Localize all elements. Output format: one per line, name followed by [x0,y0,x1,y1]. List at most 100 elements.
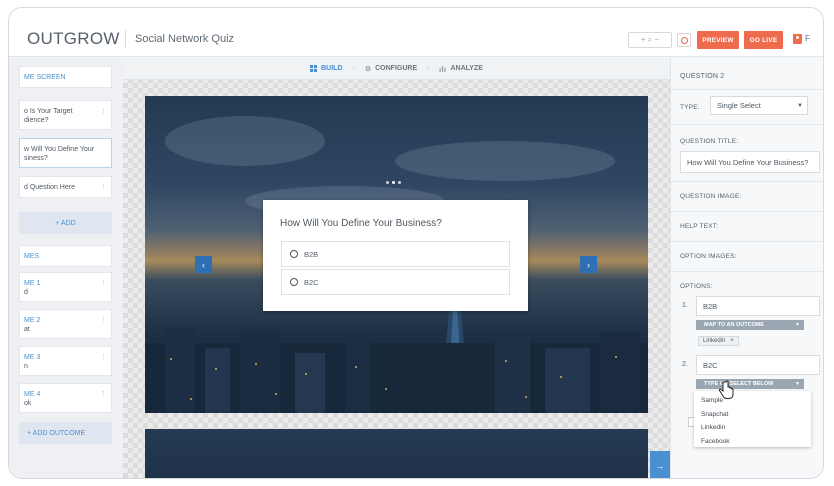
tab-analyze[interactable]: ANALYZE [439,65,483,72]
more-icon[interactable]: ⋮ [100,183,107,192]
more-icon[interactable]: ⋮ [100,390,107,399]
cloud-shape [395,141,615,181]
arrow-right-icon: → [655,460,665,471]
divider [671,89,823,90]
top-bar: OUTGROW Social Network Quiz + ⌕ − PREVIE… [9,8,823,57]
sidebar-item-welcome-screen[interactable]: ME SCREEN [19,66,112,88]
app-logo: OUTGROW [27,29,120,48]
select-value: Single Select [717,101,761,110]
caret-down-icon: ▼ [795,381,800,387]
outcome-tag: Linkedin × [698,336,739,346]
more-icon[interactable]: ⋮ [100,316,107,325]
zoom-controls-label[interactable]: + ⌕ − [641,35,659,45]
chevron-right-icon: › [427,65,430,72]
sidebar-item-label: d [24,289,28,296]
tab-build[interactable]: BUILD [310,65,343,72]
ring-icon [680,36,688,44]
sidebar-item-label: ME SCREEN [24,73,66,81]
option-b2b[interactable]: B2B [281,241,510,267]
preview-button[interactable]: PREVIEW [697,31,739,49]
add-outcome-button[interactable]: + ADD OUTCOME [19,422,112,444]
input-value: B2B [703,301,718,311]
divider [671,241,823,242]
question-type-select[interactable]: Single Select ▼ [710,96,808,115]
question-slide-background: ‹ › How Will You Define Your Business? B… [145,96,648,413]
cloud-shape [165,116,325,166]
divider [671,211,823,212]
outcome-dropdown: Sample Snapchat Linkedin Facebook [694,391,811,447]
left-sidebar: ME SCREEN o Is Your Target dience? ⋮ w W… [9,58,123,478]
sidebar-item-label: siness? [24,155,48,162]
option-number: 2. [682,361,688,368]
sidebar-item-outcome-4[interactable]: ME 4 ok ⋮ [19,383,112,413]
sidebar-item-label: ok [24,400,32,407]
dropdown-option-facebook[interactable]: Facebook [701,436,811,450]
input-value: B2C [703,360,718,370]
slide-dot[interactable] [386,181,389,184]
tag-label: Linkedin [703,338,726,344]
zoom-controls[interactable]: + ⌕ − [628,32,672,48]
option-2-input[interactable]: B2C [696,355,820,375]
option-label: B2C [304,277,319,287]
divider [671,271,823,272]
sidebar-item-label: ME 4 [24,391,41,398]
user-menu[interactable]: F [805,34,810,43]
hand-cursor-icon [718,380,734,399]
question-title-input[interactable]: How Will You Define Your Business? [680,151,820,173]
option-b2c[interactable]: B2C [281,269,510,295]
button-label: TYPE OR SELECT BELOW [704,381,774,387]
slide-dot[interactable] [398,181,401,184]
question-title[interactable]: How Will You Define Your Business? [280,218,442,229]
next-slide-button[interactable]: › [580,256,597,273]
type-label: TYPE: [680,104,700,111]
dropdown-option-linkedin[interactable]: Linkedin [701,422,811,436]
map-to-outcome-button[interactable]: MAP TO AN OUTCOME ▼ [696,320,804,330]
sidebar-item-label: o Is Your Target [24,108,73,115]
sidebar-item-outcome-3[interactable]: ME 3 n ⋮ [19,346,112,376]
sidebar-item-question-1[interactable]: o Is Your Target dience? ⋮ [19,100,112,130]
user-icon[interactable] [793,34,802,44]
sidebar-item-label: n [24,363,28,370]
help-text-label: HELP TEXT: [680,223,719,230]
sidebar-item-outcomes[interactable]: MES [19,245,112,267]
question-card: How Will You Define Your Business? B2B B… [263,200,528,311]
close-icon[interactable]: × [730,338,734,344]
button-label: MAP TO AN OUTCOME [704,322,765,328]
more-icon[interactable]: ⋮ [100,279,107,288]
sidebar-item-label: d Question Here [24,184,75,191]
slide-indicator [386,181,401,184]
outcome-search-select[interactable]: TYPE OR SELECT BELOW ▼ [696,379,804,389]
next-slide-preview [145,429,648,478]
dropdown-option-snapchat[interactable]: Snapchat [701,409,811,423]
forward-button[interactable]: → [650,451,670,478]
caret-down-icon: ▼ [797,103,803,109]
help-ring-button[interactable] [677,33,691,47]
divider [671,124,823,125]
add-question-button[interactable]: + ADD [19,212,112,234]
chevron-right-icon: › [587,259,590,270]
chevron-right-icon: › [352,65,355,72]
sidebar-item-question-3[interactable]: d Question Here ⋮ [19,176,112,198]
sidebar-item-label: at [24,326,30,333]
previous-slide-button[interactable]: ‹ [195,256,212,273]
go-live-button[interactable]: GO LIVE [744,31,783,49]
more-icon[interactable]: ⋮ [100,353,107,362]
tab-configure[interactable]: ⚙ CONFIGURE [365,65,417,73]
option-1-input[interactable]: B2B [696,296,820,316]
question-image-label: QUESTION IMAGE: [680,193,742,200]
builder-tabs: BUILD › ⚙ CONFIGURE › ANALYZE [123,58,670,80]
caret-down-icon: ▼ [795,322,800,328]
quiz-title[interactable]: Social Network Quiz [135,33,234,45]
app-window: OUTGROW Social Network Quiz + ⌕ − PREVIE… [8,7,824,479]
question-title-label: QUESTION TITLE: [680,138,739,145]
bar-chart-icon [439,66,447,72]
more-icon[interactable]: ⋮ [100,107,107,116]
sidebar-item-outcome-2[interactable]: ME 2 at ⋮ [19,309,112,339]
sidebar-item-label: dience? [24,117,49,124]
sidebar-item-question-2[interactable]: w Will You Define Your siness? [19,138,112,168]
sidebar-item-outcome-1[interactable]: ME 1 d ⋮ [19,272,112,302]
sidebar-item-label: w Will You Define Your [24,146,95,153]
question-settings-panel: QUESTION 2 TYPE: Single Select ▼ QUESTIO… [670,58,823,478]
divider [671,181,823,182]
slide-dot[interactable] [392,181,395,184]
